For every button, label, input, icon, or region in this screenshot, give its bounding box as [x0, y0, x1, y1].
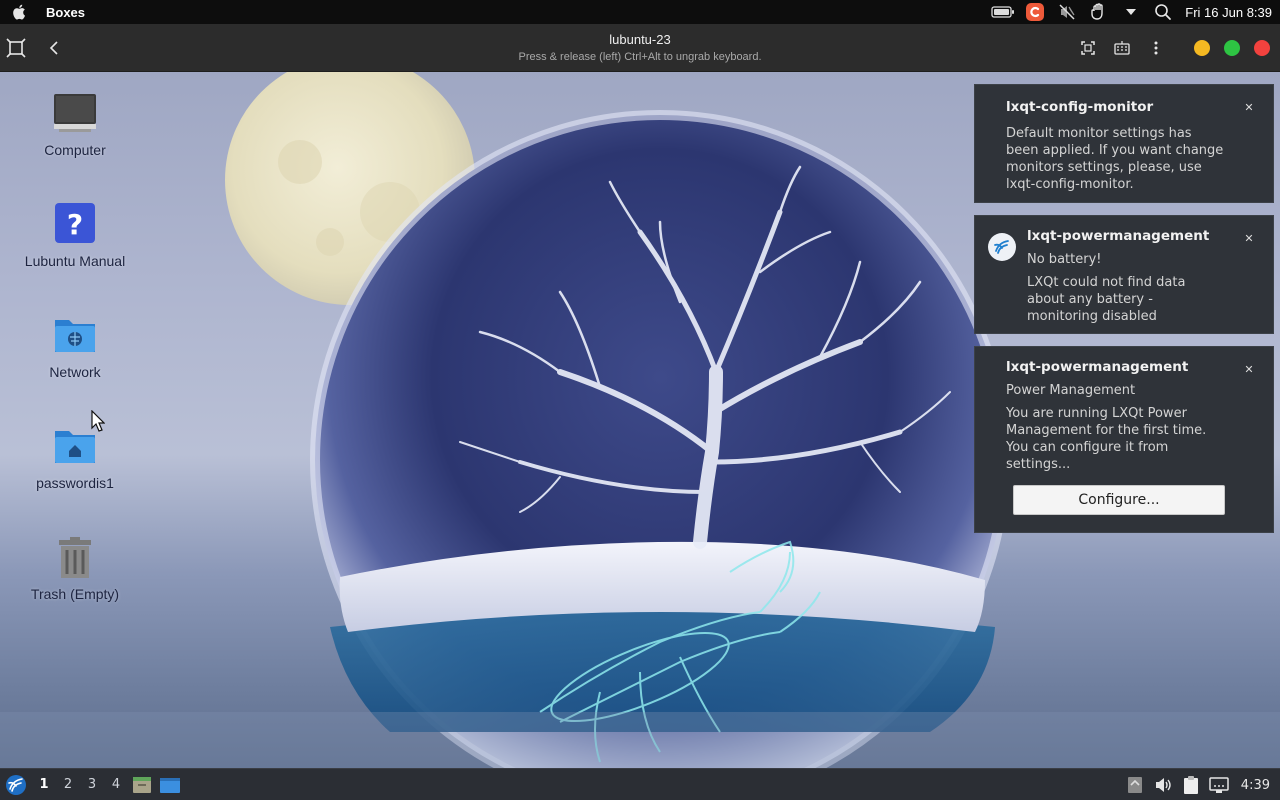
- boxes-header-bar: lubuntu-23 Press & release (left) Ctrl+A…: [0, 24, 1280, 72]
- network-status-icon[interactable]: [1205, 769, 1233, 800]
- notification-monitor[interactable]: lxqt-config-monitor ✕ Default monitor se…: [974, 84, 1274, 203]
- show-desktop-icon[interactable]: [156, 769, 184, 800]
- notification-power-management[interactable]: lxqt-powermanagement ✕ Power Management …: [974, 346, 1274, 533]
- close-icon[interactable]: ✕: [1239, 228, 1259, 248]
- notification-title: lxqt-powermanagement: [1006, 359, 1189, 375]
- workspace-4[interactable]: 4: [104, 777, 128, 792]
- close-icon[interactable]: ✕: [1239, 359, 1259, 379]
- desktop-icon-label: passwordis1: [36, 475, 114, 491]
- clock[interactable]: Fri 16 Jun 8:39: [1179, 5, 1280, 20]
- guest-desktop[interactable]: Computer ? Lubuntu Manual Network passwo…: [0, 72, 1280, 768]
- computer-icon: [53, 92, 97, 136]
- trash-icon: [53, 536, 97, 580]
- desktop-icon-label: Trash (Empty): [30, 586, 120, 602]
- notification-title: lxqt-config-monitor: [1006, 99, 1154, 115]
- host-top-bar: Boxes Fri 16 Jun 8:39: [0, 0, 1280, 24]
- help-icon: ?: [53, 203, 97, 247]
- notification-body: No battery! LXQt could not find data abo…: [1027, 252, 1186, 324]
- notification-title: lxqt-powermanagement: [1027, 228, 1210, 244]
- dropdown-icon[interactable]: [1115, 0, 1147, 24]
- desktop-icon-lubuntu-manual[interactable]: ? Lubuntu Manual: [10, 203, 140, 269]
- mic-muted-icon[interactable]: [1051, 0, 1083, 24]
- keyboard-icon[interactable]: [1106, 32, 1138, 64]
- mouse-cursor-icon: [91, 410, 105, 432]
- hand-icon[interactable]: [1083, 0, 1115, 24]
- workspace-1[interactable]: 1: [32, 777, 56, 792]
- guest-taskbar: 1 2 3 4 4:39: [0, 768, 1280, 800]
- maximize-button[interactable]: [1224, 40, 1240, 56]
- machines-icon[interactable]: [0, 32, 32, 64]
- window-subtitle: Press & release (left) Ctrl+Alt to ungra…: [518, 51, 762, 63]
- clipboard-icon[interactable]: [1177, 769, 1205, 800]
- workspace-3[interactable]: 3: [80, 777, 104, 792]
- desktop-icon-home[interactable]: passwordis1: [10, 425, 140, 491]
- lubuntu-logo-icon: [988, 233, 1016, 261]
- volume-icon[interactable]: [1149, 769, 1177, 800]
- tray-app-icon[interactable]: [1121, 769, 1149, 800]
- configure-button[interactable]: Configure...: [1013, 485, 1225, 515]
- desktop-icon-network[interactable]: Network: [10, 314, 140, 380]
- app-indicator-icon[interactable]: [1019, 0, 1051, 24]
- notification-body: Power Management You are running LXQt Po…: [1006, 383, 1207, 472]
- network-folder-icon: [53, 314, 97, 358]
- notification-body: Default monitor settings has been applie…: [1006, 126, 1224, 192]
- file-manager-icon[interactable]: [128, 769, 156, 800]
- desktop-icon-computer[interactable]: Computer: [10, 92, 140, 158]
- app-name[interactable]: Boxes: [46, 5, 85, 20]
- desktop-icon-trash[interactable]: Trash (Empty): [10, 536, 140, 602]
- notification-no-battery[interactable]: lxqt-powermanagement ✕ No battery! LXQt …: [974, 215, 1274, 334]
- menu-icon[interactable]: [1140, 32, 1172, 64]
- desktop-icon-label: Computer: [44, 142, 106, 158]
- fullscreen-icon[interactable]: [1072, 32, 1104, 64]
- desktop-icon-label: Network: [49, 364, 101, 380]
- back-icon[interactable]: [38, 32, 70, 64]
- panel-clock[interactable]: 4:39: [1233, 778, 1280, 793]
- minimize-button[interactable]: [1194, 40, 1210, 56]
- desktop-icon-label: Lubuntu Manual: [24, 253, 126, 269]
- battery-icon[interactable]: [987, 0, 1019, 24]
- window-title: lubuntu-23: [609, 32, 671, 47]
- close-icon[interactable]: ✕: [1239, 97, 1259, 117]
- apple-icon[interactable]: [0, 0, 40, 24]
- workspace-2[interactable]: 2: [56, 777, 80, 792]
- svg-text:?: ?: [67, 208, 83, 241]
- close-button[interactable]: [1254, 40, 1270, 56]
- start-menu-icon[interactable]: [0, 769, 32, 800]
- search-icon[interactable]: [1147, 0, 1179, 24]
